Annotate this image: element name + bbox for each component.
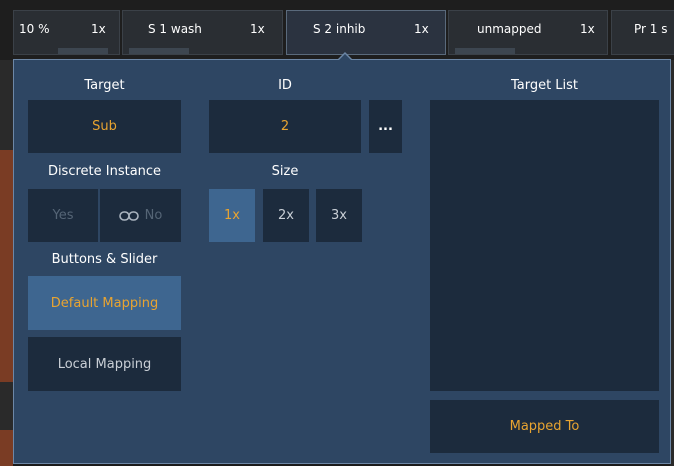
mapped-to-button[interactable]: Mapped To <box>430 400 659 453</box>
fader-subbar <box>58 48 108 54</box>
discrete-yes-button[interactable]: Yes <box>28 189 98 242</box>
fader-tab-5[interactable]: Pr 1 s <box>611 10 674 55</box>
popup-pointer-inner <box>338 54 352 61</box>
fader-config-popup: Target Sub ID 2 ... Target List Mapped T… <box>13 59 671 464</box>
size-3x-button[interactable]: 3x <box>316 189 362 242</box>
fader-tab-4[interactable]: unmapped 1x <box>448 10 608 55</box>
discrete-no-button[interactable]: No <box>100 189 181 242</box>
link-icon <box>118 210 139 221</box>
fader-subbar <box>455 48 515 54</box>
fader-subbar <box>129 48 189 54</box>
fader-tab-size: 1x <box>91 22 106 36</box>
fader-tab-size: 1x <box>414 22 429 36</box>
id-field[interactable]: 2 <box>209 100 361 153</box>
local-mapping-button[interactable]: Local Mapping <box>28 337 181 391</box>
fader-tab-2[interactable]: S 1 wash 1x <box>122 10 283 55</box>
target-field[interactable]: Sub <box>28 100 181 153</box>
fader-color-band <box>0 150 13 382</box>
fader-tab-label: 10 % <box>19 22 50 36</box>
fader-color-band <box>0 430 13 466</box>
size-header: Size <box>271 164 299 179</box>
fader-tab-size: 1x <box>580 22 595 36</box>
size-1x-button[interactable]: 1x <box>209 189 255 242</box>
target-list[interactable] <box>430 100 659 391</box>
default-mapping-button[interactable]: Default Mapping <box>28 276 181 330</box>
fader-tab-label: S 2 inhib <box>313 22 366 36</box>
discrete-no-label: No <box>144 208 163 223</box>
discrete-instance-header: Discrete Instance <box>47 164 162 179</box>
fader-tab-label: unmapped <box>477 22 542 36</box>
fader-tab-label: S 1 wash <box>148 22 202 36</box>
fader-tab-1[interactable]: 10 % 1x <box>13 10 120 55</box>
size-2x-button[interactable]: 2x <box>263 189 309 242</box>
id-more-button[interactable]: ... <box>369 100 402 153</box>
fader-tab-size: 1x <box>250 22 265 36</box>
target-list-header: Target List <box>510 78 579 93</box>
id-header: ID <box>278 78 292 93</box>
buttons-slider-header: Buttons & Slider <box>51 252 158 267</box>
fader-tab-3[interactable]: S 2 inhib 1x <box>286 10 446 55</box>
fader-tab-label: Pr 1 s <box>634 22 668 36</box>
left-edge-strip <box>0 60 13 466</box>
fader-strip: 10 % 1x S 1 wash 1x S 2 inhib 1x unmappe… <box>0 0 674 60</box>
target-header: Target <box>84 78 125 93</box>
